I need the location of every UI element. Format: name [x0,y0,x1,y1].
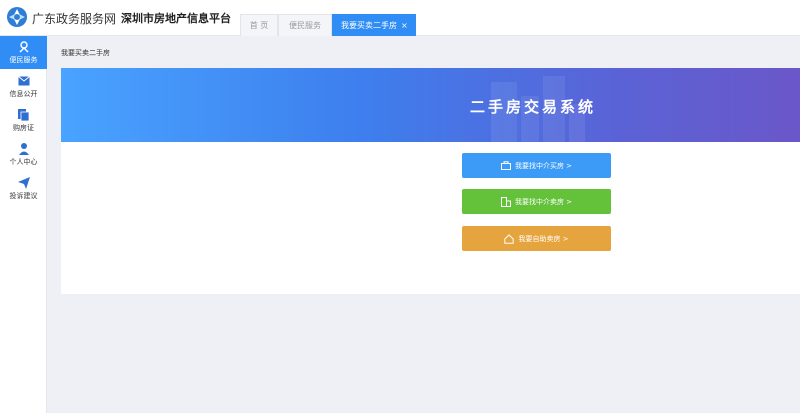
buy-via-agent-button[interactable]: 我要找中介买房 > [462,153,611,178]
system-banner: 二手房交易系统 [61,68,800,142]
main-card: 二手房交易系统 我要找中介买房 > 我要找中介卖房 > 我要自助卖房 > [61,68,800,294]
top-header: 广东政务服务网 深圳市房地产信息平台 首 页 便民服务 我要买卖二手房 × [0,0,800,36]
guangdong-logo-icon [7,7,27,27]
close-icon[interactable]: × [401,21,408,30]
tab-second-hand-house[interactable]: 我要买卖二手房 × [332,14,416,36]
tab-home-label: 首 页 [249,21,269,30]
banner-title: 二手房交易系统 [470,98,597,116]
brand-name[interactable]: 广东政务服务网 [32,10,116,27]
service-icon [17,40,31,53]
mail-icon [17,75,31,87]
sidebar-item-label: 个人中心 [9,157,38,166]
building-icon [500,196,511,207]
tab-convenience-label: 便民服务 [289,21,321,30]
tab-convenience-service[interactable]: 便民服务 [278,14,332,36]
sidebar-item-certificate[interactable]: 购房证 [0,104,47,137]
tab-bar: 首 页 便民服务 我要买卖二手房 × [240,14,416,36]
sidebar-item-convenience[interactable]: 便民服务 [0,36,47,69]
sidebar-item-label: 便民服务 [9,55,38,64]
tab-home[interactable]: 首 页 [240,14,278,36]
self-service-sell-label: 我要自助卖房 > [518,234,569,243]
sidebar-item-label: 购房证 [13,123,34,132]
breadcrumb: 我要买卖二手房 [61,49,110,57]
bag-icon [500,161,511,171]
document-icon [17,108,31,121]
sidebar-item-label: 投诉建议 [9,191,38,200]
user-icon [17,142,31,155]
platform-title: 深圳市房地产信息平台 [121,12,231,25]
sidebar-item-complaint[interactable]: 投诉建议 [0,172,47,205]
send-icon [17,176,31,189]
sell-via-agent-button[interactable]: 我要找中介卖房 > [462,189,611,214]
sell-via-agent-label: 我要找中介卖房 > [514,197,573,206]
buy-via-agent-label: 我要找中介买房 > [514,161,573,170]
sidebar-item-personal-center[interactable]: 个人中心 [0,138,47,171]
house-icon [504,233,515,244]
sidebar-item-label: 信息公开 [9,89,38,98]
tab-active-label: 我要买卖二手房 [341,21,397,30]
sidebar: 便民服务 信息公开 购房证 个人中心 投诉建议 [0,36,47,413]
self-service-sell-button[interactable]: 我要自助卖房 > [462,226,611,251]
sidebar-item-info-public[interactable]: 信息公开 [0,70,47,103]
